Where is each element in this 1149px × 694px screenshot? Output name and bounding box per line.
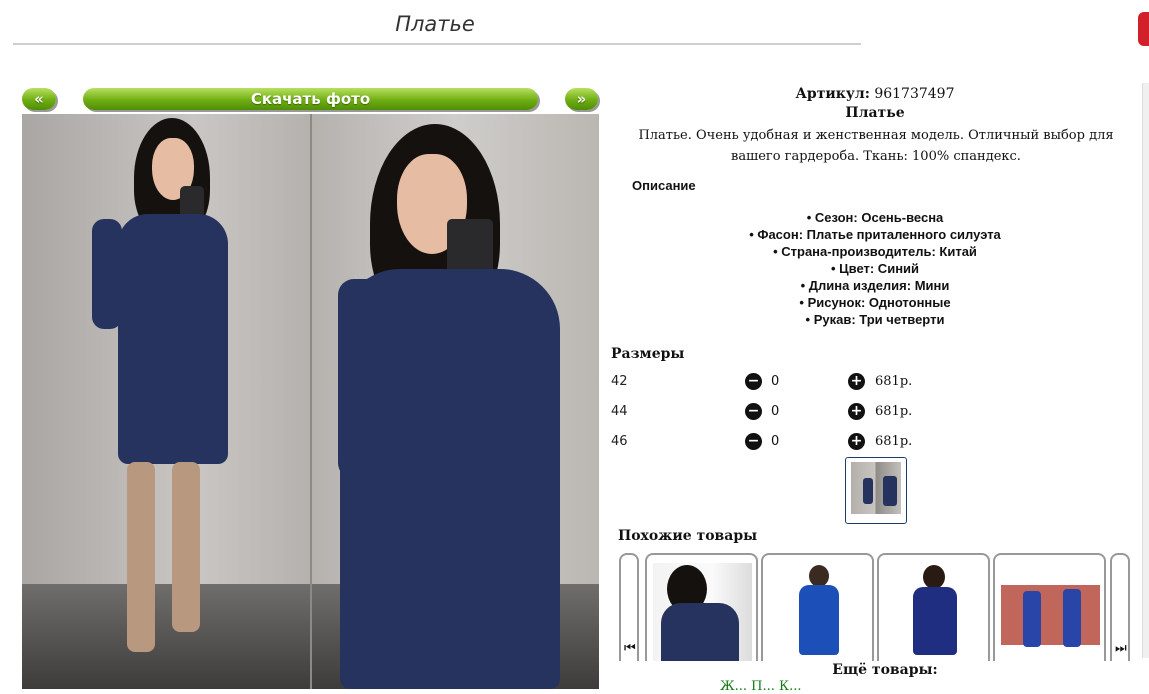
sizes-heading: Размеры (611, 346, 685, 362)
photo-split (310, 114, 312, 689)
article-line: Артикул: 961737497 (605, 86, 1145, 102)
similar-product-card[interactable] (761, 553, 874, 661)
size-row: 46 − 0 + 681р. (611, 431, 931, 453)
size-value: 44 (611, 404, 628, 419)
property-item: Сезон: Осень-весна (605, 209, 1145, 226)
similar-product-card[interactable] (877, 553, 990, 661)
similar-product-image (653, 563, 752, 661)
minus-circle-icon[interactable]: − (745, 373, 762, 390)
carousel-prev-button[interactable]: ⏮ (619, 553, 639, 661)
title-divider (13, 43, 861, 45)
quantity-value: 0 (771, 434, 780, 449)
property-item: Цвет: Синий (605, 260, 1145, 277)
thumbnail-image (851, 462, 901, 514)
download-photo-button[interactable]: Скачать фото (83, 88, 538, 110)
minus-circle-icon[interactable]: − (745, 433, 762, 450)
property-item: Длина изделия: Мини (605, 277, 1145, 294)
property-item: Рукав: Три четверти (605, 311, 1145, 328)
photo-thumbnail[interactable] (845, 457, 907, 524)
skip-back-icon: ⏮ (624, 641, 636, 656)
product-description: Платье. Очень удобная и женственная моде… (638, 128, 1114, 164)
quantity-value: 0 (771, 404, 780, 419)
more-products-heading: Ещё товары: (832, 662, 938, 678)
price-value: 681р. (875, 374, 913, 389)
price-value: 681р. (875, 434, 913, 449)
similar-product-image (1001, 563, 1100, 661)
product-photo[interactable] (22, 114, 599, 689)
product-name: Платье (845, 105, 905, 121)
plus-circle-icon[interactable]: + (848, 373, 865, 390)
similar-products-heading: Похожие товары (618, 528, 758, 544)
size-value: 46 (611, 434, 628, 449)
description-heading: Описание (632, 178, 696, 193)
vertical-scrollbar[interactable] (1142, 83, 1149, 658)
article-label: Артикул: (795, 86, 870, 102)
property-list: Сезон: Осень-весна Фасон: Платье притале… (605, 209, 1145, 328)
prev-photo-button[interactable]: « (22, 88, 56, 110)
skip-forward-icon: ⏭ (1115, 641, 1127, 656)
similar-product-card[interactable] (645, 553, 758, 661)
similar-product-card[interactable] (993, 553, 1106, 661)
plus-circle-icon[interactable]: + (848, 433, 865, 450)
property-item: Страна-производитель: Китай (605, 243, 1145, 260)
property-item: Фасон: Платье приталенного силуэта (605, 226, 1145, 243)
carousel-next-button[interactable]: ⏭ (1110, 553, 1130, 661)
plus-circle-icon[interactable]: + (848, 403, 865, 420)
similar-product-image (885, 563, 984, 661)
size-value: 42 (611, 374, 628, 389)
size-row: 44 − 0 + 681р. (611, 401, 931, 423)
size-row: 42 − 0 + 681р. (611, 371, 931, 393)
more-products-links[interactable]: Ж... П... К... (720, 679, 801, 694)
quantity-value: 0 (771, 374, 780, 389)
page-title: Платье (395, 12, 475, 36)
minus-circle-icon[interactable]: − (745, 403, 762, 420)
similar-product-image (769, 563, 868, 661)
property-item: Рисунок: Однотонные (605, 294, 1145, 311)
article-number: 961737497 (874, 86, 955, 102)
price-value: 681р. (875, 404, 913, 419)
corner-tab-icon[interactable] (1138, 12, 1149, 46)
next-photo-button[interactable]: » (565, 88, 598, 110)
similar-products-carousel: ⏮ ⏭ (619, 553, 1133, 661)
